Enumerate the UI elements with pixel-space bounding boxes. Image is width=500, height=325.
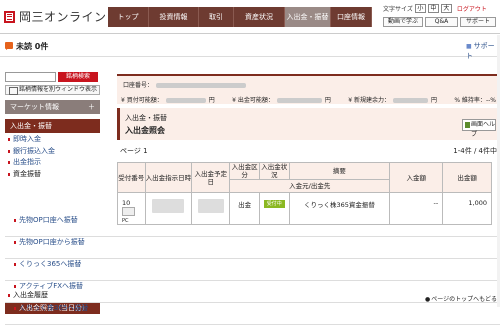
sidebar-item-instant-deposit[interactable]: 即時入金 xyxy=(5,134,100,146)
tab-top[interactable]: トップ xyxy=(108,7,149,27)
col-status: 入出金状況 xyxy=(258,162,290,180)
tab-investment-info[interactable]: 投資情報 xyxy=(149,7,199,27)
withdrawable-label: ¥ 出金可能額： xyxy=(232,97,274,104)
status-badge: 受付中 xyxy=(263,200,285,208)
col-instruction-date: 入出金指示日時 xyxy=(144,162,193,193)
sidebar-item-history: 入出金履歴 xyxy=(5,290,100,302)
main-content: 口座番号： ¥ 買付可能額：円 ¥ 出金可能額：円 ¥ 新規建余力：円 % 維持… xyxy=(117,74,500,225)
font-small-button[interactable]: 小 xyxy=(414,3,426,13)
col-memo: 摘要 xyxy=(288,162,391,180)
back-to-top-link[interactable]: ページのトップへもどる xyxy=(425,294,497,303)
help-button[interactable]: 画面ヘルプ xyxy=(462,119,496,138)
expand-icon: ＋ xyxy=(88,103,95,111)
open-window-button[interactable]: 銘柄情報を別ウィンドウ表示 xyxy=(5,85,100,95)
pc-icon xyxy=(122,207,135,216)
withdraw-cell: 1,000 xyxy=(442,192,492,225)
stock-search: 銘柄検索 xyxy=(5,72,100,82)
margin-power-label: ¥ 新規建余力： xyxy=(348,97,390,104)
sidebar-item-to-click-stock365[interactable]: くりっく株365へ振替 xyxy=(5,303,500,325)
font-medium-button[interactable]: 中 xyxy=(427,3,439,13)
kind-cell: 出金 xyxy=(229,192,260,225)
brand-logo[interactable]: 岡三オンライン xyxy=(4,8,107,25)
memo-cell: くりっく株365資金振替 xyxy=(288,192,391,225)
deposit-cell: -- xyxy=(389,192,444,225)
video-learn-button[interactable]: 動画で学ぶ xyxy=(383,17,423,27)
pagination: ページ 1 1-4件 / 4件中 xyxy=(117,146,500,156)
brand-name: 岡三オンライン xyxy=(19,10,107,24)
support-button[interactable]: サポート xyxy=(460,17,496,27)
table-row: 10 PC 出金 受付中 くりっく株365資金振替 -- 1,000 xyxy=(117,192,492,225)
sidebar: 銘柄検索 銘柄情報を別ウィンドウ表示 マーケット情報 ＋ 入出金・振替 即時入金… xyxy=(5,72,500,325)
logout-link[interactable]: ログアウト xyxy=(457,4,487,13)
market-info-header[interactable]: マーケット情報 ＋ xyxy=(5,100,100,114)
tab-account-info[interactable]: 口座情報 xyxy=(331,7,372,27)
breadcrumb: 入出金・振替 xyxy=(125,114,167,122)
maintenance-rate-value: --% xyxy=(485,97,496,104)
page-number: ページ 1 xyxy=(120,147,148,155)
tab-deposit-transfer[interactable]: 入出金・振替 xyxy=(285,7,331,27)
sidebar-item-to-click365[interactable]: くりっく365へ振替 xyxy=(5,259,500,281)
account-summary: 口座番号： ¥ 買付可能額：円 ¥ 出金可能額：円 ¥ 新規建余力：円 % 維持… xyxy=(117,74,500,104)
buy-power-label: ¥ 買付可能額： xyxy=(121,97,163,104)
deposit-section-header[interactable]: 入出金・振替 xyxy=(5,119,100,133)
top-right-tools: 文字サイズ 小 中 大 ログアウト 動画で学ぶ Q&A サポート xyxy=(383,3,498,27)
market-info-label: マーケット情報 xyxy=(10,103,59,111)
sidebar-item-bank-deposit[interactable]: 銀行振込入金 xyxy=(5,146,100,158)
col-kind: 入出金区分 xyxy=(229,162,260,180)
result-count: 1-4件 / 4件中 xyxy=(453,147,497,155)
col-deposit: 入金額 xyxy=(389,162,444,193)
page-title-box: 入出金・振替 入出金照会 画面ヘルプ xyxy=(117,108,500,140)
account-number-label: 口座番号： xyxy=(123,82,154,89)
font-size-label: 文字サイズ xyxy=(383,5,413,13)
sidebar-item-from-futures[interactable]: 先物OP口座から振替 xyxy=(5,237,500,259)
search-button[interactable]: 銘柄検索 xyxy=(58,72,98,82)
message-bar: 未読 0件 サポート xyxy=(0,35,500,60)
header: 岡三オンライン トップ 投資情報 取引 資産状況 入出金・振替 口座情報 文字サ… xyxy=(0,0,500,34)
receipt-no: 10 xyxy=(122,199,131,207)
qa-button[interactable]: Q&A xyxy=(425,17,458,27)
message-icon xyxy=(5,42,13,50)
tab-assets[interactable]: 資産状況 xyxy=(234,7,285,27)
support-link[interactable]: サポート xyxy=(466,41,500,61)
main-nav: トップ 投資情報 取引 資産状況 入出金・振替 口座情報 xyxy=(108,7,372,27)
col-withdraw: 出金額 xyxy=(442,162,492,193)
tab-trade[interactable]: 取引 xyxy=(199,7,234,27)
sidebar-item-withdraw[interactable]: 出金指示 xyxy=(5,157,100,169)
maintenance-rate-label: % 維持率： xyxy=(454,97,486,104)
col-scheduled-date: 入出金予定日 xyxy=(191,162,231,193)
logo-icon xyxy=(4,10,15,23)
unread-count[interactable]: 未読 0件 xyxy=(16,41,48,52)
font-large-button[interactable]: 大 xyxy=(440,3,452,13)
sidebar-item-fund-transfer: 資金振替 xyxy=(5,169,100,181)
col-receipt-no: 受付番号 xyxy=(117,162,146,193)
col-source-dest: 入金元/出金先 xyxy=(229,179,391,193)
channel-label: PC xyxy=(122,218,129,224)
search-input[interactable] xyxy=(5,72,56,82)
page-title: 入出金照会 xyxy=(125,126,165,135)
history-table: 受付番号 入出金指示日時 入出金予定日 入出金区分 入出金状況 摘要 入金額 出… xyxy=(117,162,492,225)
